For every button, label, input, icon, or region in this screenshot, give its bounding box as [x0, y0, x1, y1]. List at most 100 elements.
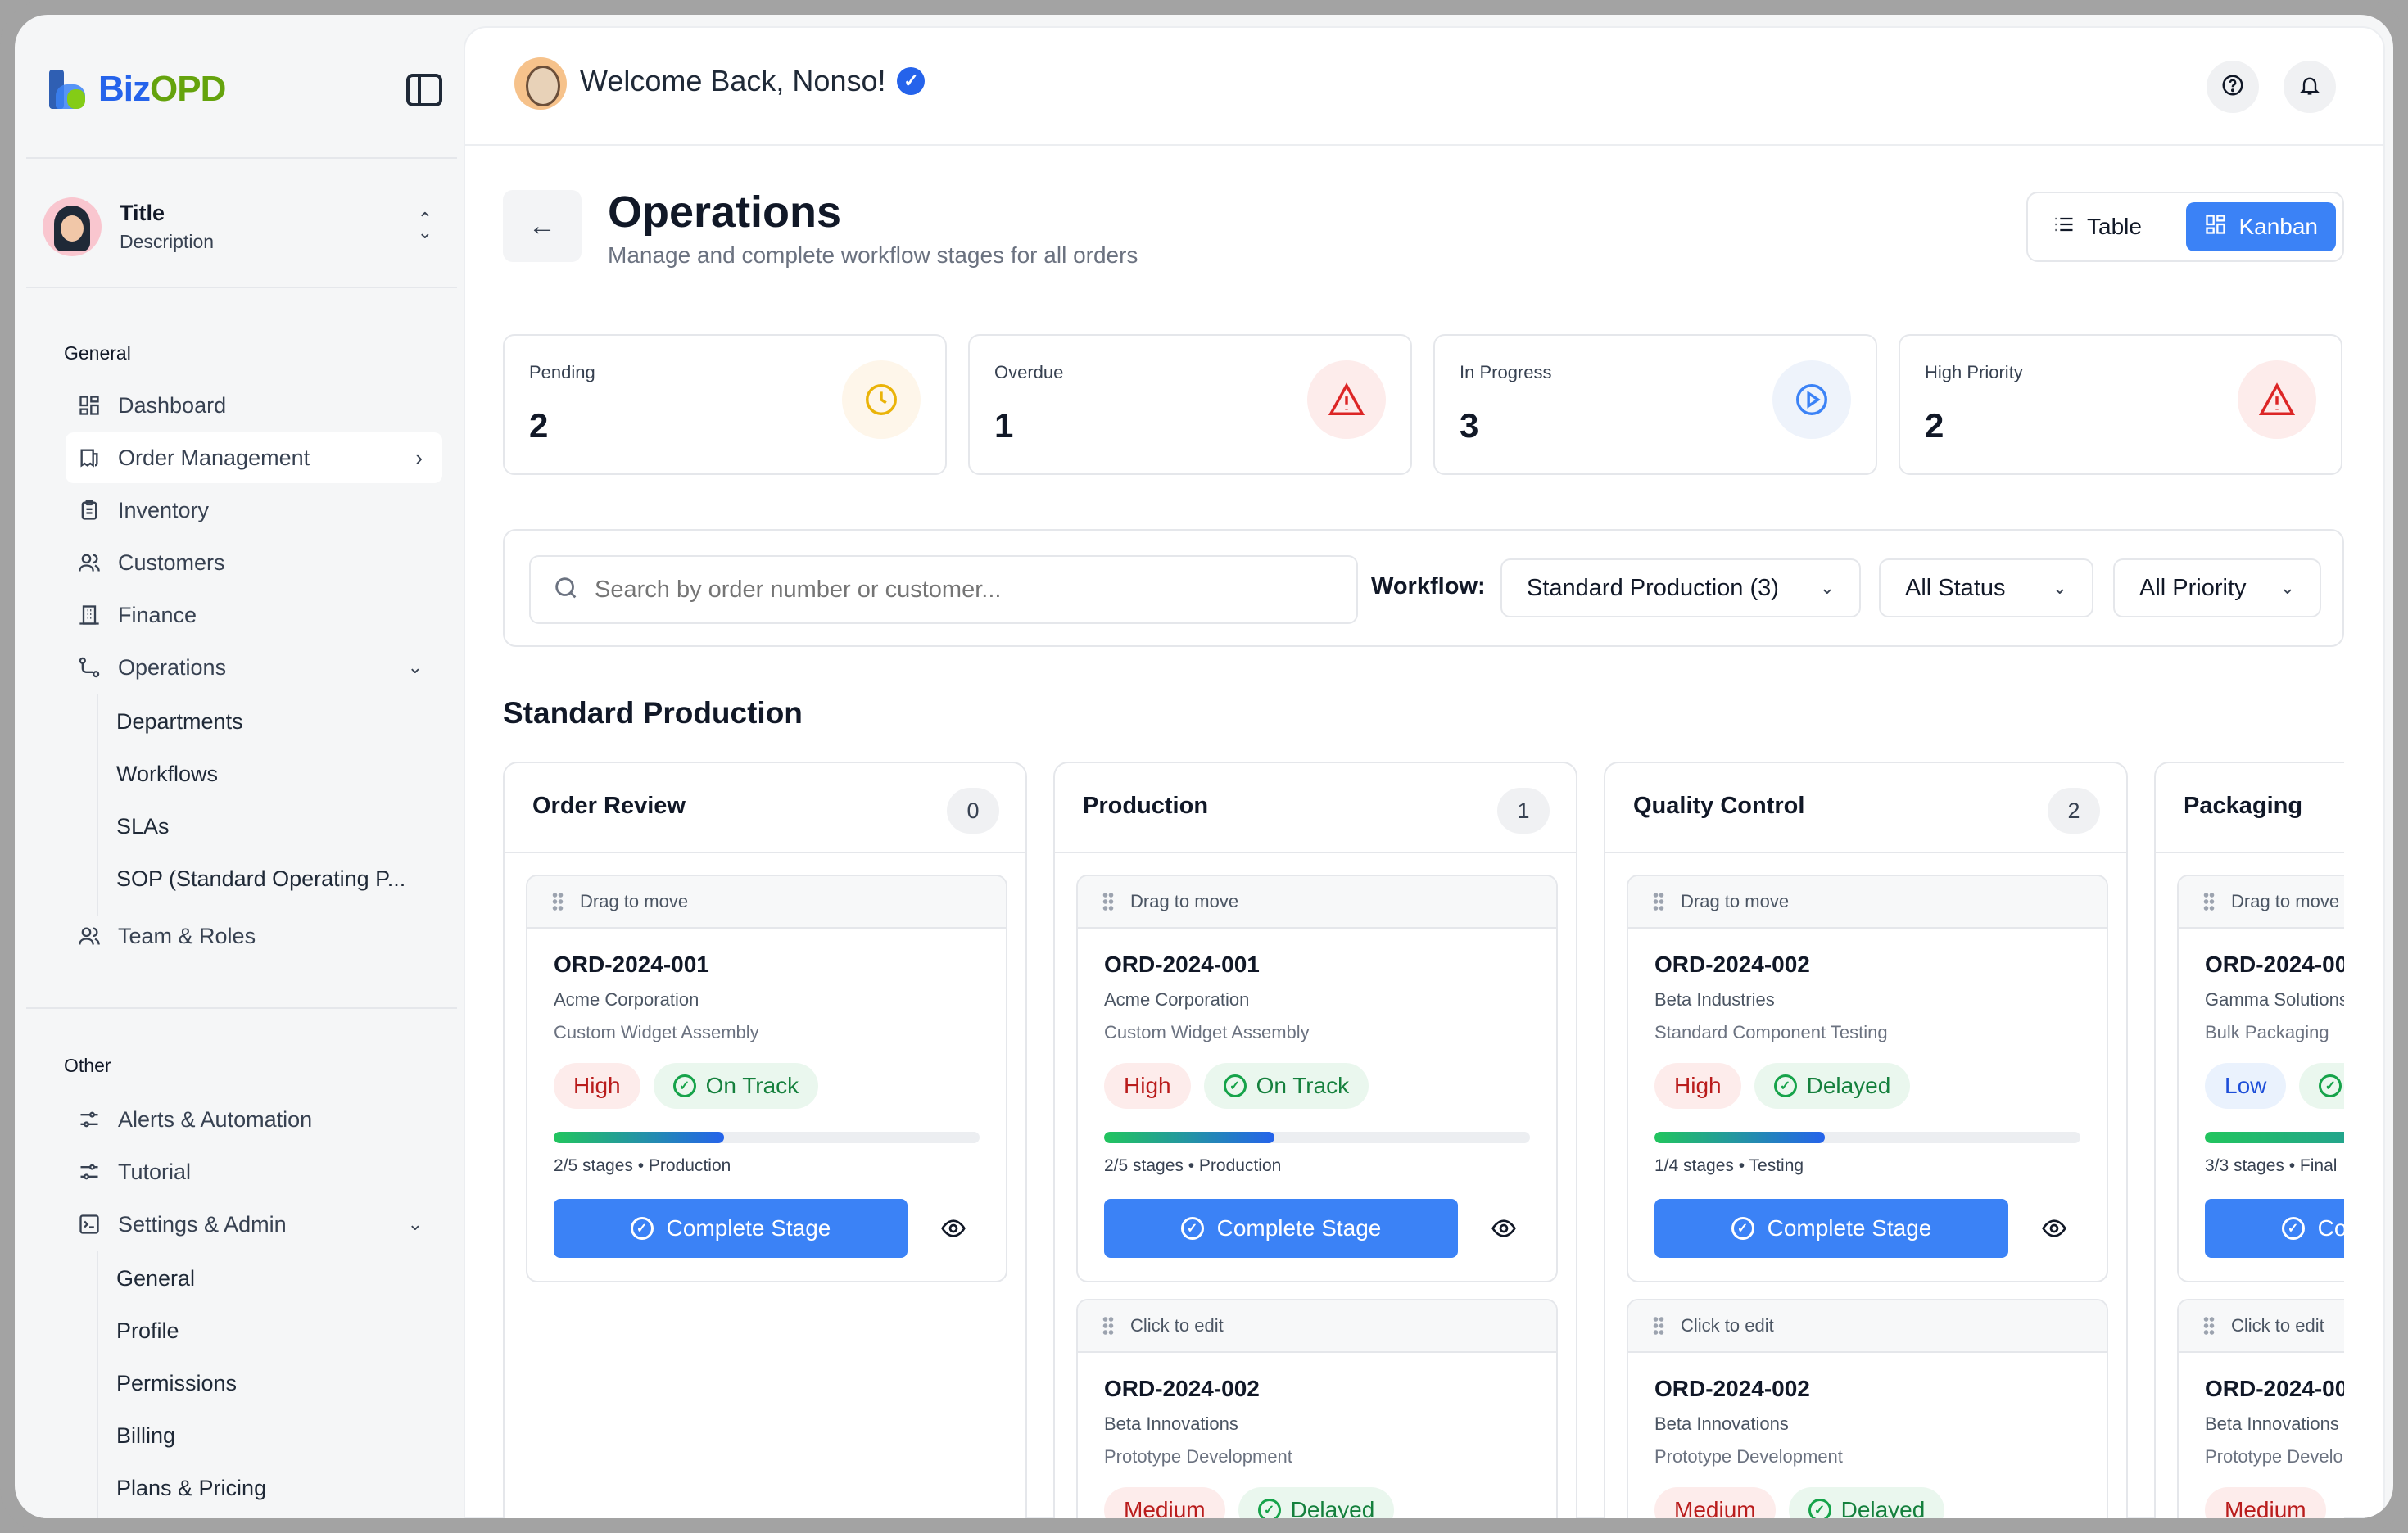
- card-drag-handle[interactable]: Click to edit: [2179, 1300, 2344, 1353]
- sidebar-item-finance[interactable]: Finance: [66, 590, 442, 640]
- sidebar-subitem-slas[interactable]: SLAs: [116, 814, 170, 839]
- back-button[interactable]: ←: [503, 190, 582, 262]
- complete-stage-button[interactable]: ✓Complete Stage: [1654, 1199, 2008, 1258]
- search-input[interactable]: [595, 576, 1332, 604]
- workflow-label: Workflow:: [1371, 573, 1486, 599]
- verified-badge-icon: ✓: [897, 67, 926, 95]
- sidebar-subitem-sop[interactable]: SOP (Standard Operating P...: [116, 866, 405, 892]
- column-title: Production: [1083, 793, 1209, 819]
- divider: [26, 157, 457, 159]
- order-card[interactable]: Drag to move ORD-2024-001 Acme Corporation…: [526, 875, 1007, 1282]
- order-card[interactable]: Drag to move ORD-2024-001 Acme Corporation…: [1076, 875, 1558, 1282]
- brand-name: BizOPD: [98, 69, 226, 109]
- list-icon: [2053, 213, 2075, 242]
- grip-icon: [552, 892, 564, 911]
- table-view-button[interactable]: Table: [2035, 202, 2160, 251]
- alert-triangle-icon: [1307, 360, 1386, 439]
- sidebar-subitem-profile[interactable]: Profile: [116, 1318, 179, 1344]
- status-badge: ✓ Delayed: [1238, 1487, 1395, 1518]
- sliders-icon: [75, 1106, 103, 1133]
- workspace-switcher[interactable]: Title Description ⌃ ⌄: [43, 190, 444, 264]
- sidebar-item-team-roles[interactable]: Team & Roles: [66, 911, 442, 961]
- eye-icon[interactable]: [2041, 1215, 2067, 1241]
- device-frame: BizOPD Title Description ⌃ ⌄ General Dash…: [0, 0, 2408, 1533]
- brand-logo[interactable]: BizOPD: [49, 69, 226, 110]
- product-name: Custom Widget Assembly: [1104, 1022, 1310, 1042]
- sidebar-subitem-general[interactable]: General: [116, 1266, 195, 1291]
- progress-bar: [2205, 1132, 2344, 1143]
- sidebar-subitem-billing[interactable]: Billing: [116, 1423, 175, 1449]
- customer-name: Beta Industries: [1654, 989, 1775, 1010]
- column-header: Production 1: [1055, 763, 1576, 853]
- grip-icon: [1653, 1316, 1664, 1336]
- priority-badge: Medium: [2205, 1487, 2326, 1518]
- progress-fill: [1654, 1132, 1825, 1143]
- sidebar-item-customers[interactable]: Customers: [66, 537, 442, 588]
- column-header: Quality Control 2: [1605, 763, 2126, 853]
- customer-name: Gamma Solutions: [2205, 989, 2344, 1010]
- card-drag-handle[interactable]: Drag to move: [527, 876, 1006, 929]
- main-content: Welcome Back, Nonso! ✓ ← Operations Mana…: [464, 26, 2385, 1518]
- order-card[interactable]: Drag to move ORD-2024-002 Beta Industries S…: [1627, 875, 2108, 1282]
- grip-icon: [2203, 1316, 2215, 1336]
- status-select[interactable]: All Status ⌄: [1879, 558, 2093, 617]
- welcome-message: Welcome Back, Nonso! ✓: [580, 64, 926, 98]
- progress-fill: [554, 1132, 724, 1143]
- stat-card-pending: Pending 2: [503, 334, 947, 475]
- sidebar-item-inventory[interactable]: Inventory: [66, 485, 442, 536]
- workflow-icon: [75, 653, 103, 681]
- chevron-up-down-icon: ⌃ ⌄: [417, 209, 432, 242]
- sidebar-item-tutorial[interactable]: Tutorial: [66, 1146, 442, 1197]
- search-box: [529, 555, 1358, 624]
- eye-icon[interactable]: [940, 1215, 966, 1241]
- submenu-line: [97, 1251, 98, 1518]
- order-card[interactable]: Click to edit ORD-2024-002 Beta Innovation…: [1627, 1299, 2108, 1518]
- card-drag-handle[interactable]: Click to edit: [1078, 1300, 1556, 1353]
- help-button[interactable]: [2207, 61, 2259, 113]
- card-drag-handle[interactable]: Drag to move: [1078, 876, 1556, 929]
- sidebar-subitem-plans-pricing[interactable]: Plans & Pricing: [116, 1476, 266, 1501]
- status-badge: ✓On Track: [653, 1063, 819, 1109]
- order-card[interactable]: Drag to move ORD-2024-003 Gamma Solutions B…: [2177, 875, 2344, 1282]
- workflow-select[interactable]: Standard Production (3) ⌄: [1500, 558, 1861, 617]
- sidebar-subitem-permissions[interactable]: Permissions: [116, 1371, 237, 1396]
- stat-card-high-priority: High Priority 2: [1899, 334, 2342, 475]
- eye-icon[interactable]: [1491, 1215, 1517, 1241]
- notifications-button[interactable]: [2284, 61, 2336, 113]
- priority-select[interactable]: All Priority ⌄: [2113, 558, 2321, 617]
- card-drag-handle[interactable]: Click to edit: [1628, 1300, 2107, 1353]
- order-card[interactable]: Click to edit ORD-2024-002 Beta Innovation…: [2177, 1299, 2344, 1518]
- building-icon: [75, 601, 103, 629]
- stage-info: 2/5 stages • Production: [554, 1156, 731, 1175]
- sidebar-subitem-workflows[interactable]: Workflows: [116, 762, 218, 787]
- card-drag-handle[interactable]: Drag to move: [2179, 876, 2344, 929]
- sidebar-item-settings-admin[interactable]: Settings & Admin ⌄: [66, 1199, 442, 1250]
- sidebar-item-order-management[interactable]: Order Management ›: [66, 432, 442, 483]
- sidebar-item-label: Dashboard: [118, 392, 227, 418]
- priority-badge: Medium: [1104, 1487, 1225, 1518]
- app-screen: BizOPD Title Description ⌃ ⌄ General Dash…: [15, 15, 2393, 1518]
- check-circle-icon: ✓: [2319, 1074, 2342, 1097]
- kanban-view-button[interactable]: Kanban: [2186, 202, 2336, 251]
- page-title: Operations: [608, 188, 842, 237]
- grip-icon: [1102, 1316, 1114, 1336]
- submenu-line: [97, 694, 98, 916]
- sidebar-item-alerts[interactable]: Alerts & Automation: [66, 1094, 442, 1145]
- complete-stage-button[interactable]: ✓Complete Stage: [1104, 1199, 1458, 1258]
- divider: [26, 287, 457, 288]
- customer-name: Beta Innovations: [2205, 1413, 2339, 1434]
- sidebar-item-operations[interactable]: Operations ⌄: [66, 642, 442, 693]
- chevron-right-icon: ›: [415, 445, 423, 470]
- user-avatar[interactable]: [514, 57, 567, 110]
- sidebar-item-dashboard[interactable]: Dashboard: [66, 380, 442, 431]
- sidebar: BizOPD Title Description ⌃ ⌄ General Dash…: [26, 26, 457, 1518]
- card-drag-handle[interactable]: Drag to move: [1628, 876, 2107, 929]
- search-icon: [552, 574, 580, 606]
- sidebar-subitem-departments[interactable]: Departments: [116, 709, 243, 735]
- sidebar-toggle-icon[interactable]: [406, 74, 442, 106]
- order-number: ORD-2024-003: [2205, 952, 2344, 977]
- kanban-column: Production 1 Drag to move ORD-2024-001 Acme …: [1053, 762, 1577, 1518]
- complete-stage-button[interactable]: ✓Complete Stage: [554, 1199, 908, 1258]
- complete-stage-button[interactable]: ✓Complete Stage: [2205, 1199, 2344, 1258]
- order-card[interactable]: Click to edit ORD-2024-002 Beta Innovation…: [1076, 1299, 1558, 1518]
